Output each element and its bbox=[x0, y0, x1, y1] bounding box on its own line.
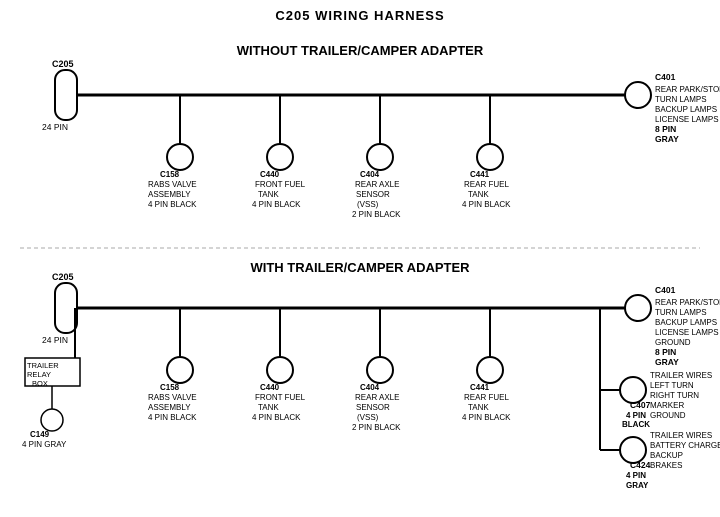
svg-text:BRAKES: BRAKES bbox=[650, 461, 682, 470]
svg-text:BOX: BOX bbox=[32, 379, 48, 388]
svg-text:TRAILER: TRAILER bbox=[27, 361, 59, 370]
svg-text:C407: C407 bbox=[630, 400, 651, 410]
svg-text:4 PIN GRAY: 4 PIN GRAY bbox=[22, 440, 67, 449]
svg-text:SENSOR: SENSOR bbox=[356, 190, 390, 199]
svg-text:C424: C424 bbox=[630, 460, 651, 470]
diagram-container: C205 WIRING HARNESS WITHOUT TRAILER/CAMP… bbox=[0, 0, 720, 517]
svg-text:FRONT FUEL: FRONT FUEL bbox=[255, 393, 306, 402]
svg-text:4 PIN: 4 PIN bbox=[626, 471, 646, 480]
svg-text:(VSS): (VSS) bbox=[357, 413, 379, 422]
svg-text:GROUND: GROUND bbox=[655, 338, 691, 347]
svg-text:GRAY: GRAY bbox=[655, 134, 679, 144]
svg-text:BACKUP LAMPS: BACKUP LAMPS bbox=[655, 105, 717, 114]
svg-text:8 PIN: 8 PIN bbox=[655, 124, 676, 134]
svg-text:2 PIN BLACK: 2 PIN BLACK bbox=[352, 210, 401, 219]
svg-text:REAR FUEL: REAR FUEL bbox=[464, 393, 509, 402]
svg-text:4 PIN: 4 PIN bbox=[626, 411, 646, 420]
svg-text:C158: C158 bbox=[160, 170, 180, 179]
svg-text:8 PIN: 8 PIN bbox=[655, 347, 676, 357]
section1-label: WITHOUT TRAILER/CAMPER ADAPTER bbox=[237, 43, 484, 58]
svg-text:BACKUP LAMPS: BACKUP LAMPS bbox=[655, 318, 717, 327]
svg-text:4 PIN BLACK: 4 PIN BLACK bbox=[252, 413, 301, 422]
svg-text:24 PIN: 24 PIN bbox=[42, 122, 68, 132]
svg-text:TANK: TANK bbox=[258, 190, 279, 199]
svg-text:GRAY: GRAY bbox=[626, 481, 649, 490]
svg-text:REAR PARK/STOP: REAR PARK/STOP bbox=[655, 298, 720, 307]
svg-text:C404: C404 bbox=[360, 383, 380, 392]
svg-text:REAR FUEL: REAR FUEL bbox=[464, 180, 509, 189]
svg-text:24 PIN: 24 PIN bbox=[42, 335, 68, 345]
svg-text:C441: C441 bbox=[470, 170, 490, 179]
svg-text:C149: C149 bbox=[30, 430, 50, 439]
svg-text:RELAY: RELAY bbox=[27, 370, 51, 379]
svg-text:MARKER: MARKER bbox=[650, 401, 684, 410]
svg-text:4 PIN BLACK: 4 PIN BLACK bbox=[148, 200, 197, 209]
svg-text:TURN LAMPS: TURN LAMPS bbox=[655, 95, 707, 104]
svg-text:2 PIN BLACK: 2 PIN BLACK bbox=[352, 423, 401, 432]
svg-text:RABS VALVE: RABS VALVE bbox=[148, 180, 197, 189]
svg-text:REAR AXLE: REAR AXLE bbox=[355, 180, 399, 189]
section2-label: WITH TRAILER/CAMPER ADAPTER bbox=[250, 260, 470, 275]
svg-text:TRAILER WIRES: TRAILER WIRES bbox=[650, 371, 712, 380]
svg-text:LEFT TURN: LEFT TURN bbox=[650, 381, 694, 390]
svg-text:RIGHT TURN: RIGHT TURN bbox=[650, 391, 699, 400]
svg-text:FRONT FUEL: FRONT FUEL bbox=[255, 180, 306, 189]
svg-text:C404: C404 bbox=[360, 170, 380, 179]
svg-text:C158: C158 bbox=[160, 383, 180, 392]
svg-text:BACKUP: BACKUP bbox=[650, 451, 683, 460]
wiring-diagram: WITHOUT TRAILER/CAMPER ADAPTER C205 24 P… bbox=[0, 0, 720, 517]
svg-text:C401: C401 bbox=[655, 72, 676, 82]
svg-text:4 PIN BLACK: 4 PIN BLACK bbox=[462, 200, 511, 209]
svg-text:4 PIN BLACK: 4 PIN BLACK bbox=[462, 413, 511, 422]
svg-text:GROUND: GROUND bbox=[650, 411, 686, 420]
svg-text:(VSS): (VSS) bbox=[357, 200, 379, 209]
svg-text:TURN LAMPS: TURN LAMPS bbox=[655, 308, 707, 317]
svg-text:TANK: TANK bbox=[468, 190, 489, 199]
svg-text:RABS VALVE: RABS VALVE bbox=[148, 393, 197, 402]
svg-text:TRAILER WIRES: TRAILER WIRES bbox=[650, 431, 712, 440]
svg-text:BATTERY CHARGE: BATTERY CHARGE bbox=[650, 441, 720, 450]
svg-text:BLACK: BLACK bbox=[622, 420, 650, 429]
svg-text:TANK: TANK bbox=[258, 403, 279, 412]
svg-text:4 PIN BLACK: 4 PIN BLACK bbox=[148, 413, 197, 422]
svg-text:ASSEMBLY: ASSEMBLY bbox=[148, 403, 191, 412]
svg-text:TANK: TANK bbox=[468, 403, 489, 412]
svg-text:REAR PARK/STOP: REAR PARK/STOP bbox=[655, 85, 720, 94]
svg-text:GRAY: GRAY bbox=[655, 357, 679, 367]
svg-text:C441: C441 bbox=[470, 383, 490, 392]
svg-text:C401: C401 bbox=[655, 285, 676, 295]
svg-text:LICENSE LAMPS: LICENSE LAMPS bbox=[655, 115, 719, 124]
svg-text:SENSOR: SENSOR bbox=[356, 403, 390, 412]
svg-text:C205: C205 bbox=[52, 59, 74, 69]
svg-text:REAR AXLE: REAR AXLE bbox=[355, 393, 399, 402]
svg-text:C205: C205 bbox=[52, 272, 74, 282]
svg-text:4 PIN BLACK: 4 PIN BLACK bbox=[252, 200, 301, 209]
svg-text:C440: C440 bbox=[260, 170, 280, 179]
svg-text:C440: C440 bbox=[260, 383, 280, 392]
svg-text:LICENSE LAMPS: LICENSE LAMPS bbox=[655, 328, 719, 337]
svg-text:ASSEMBLY: ASSEMBLY bbox=[148, 190, 191, 199]
